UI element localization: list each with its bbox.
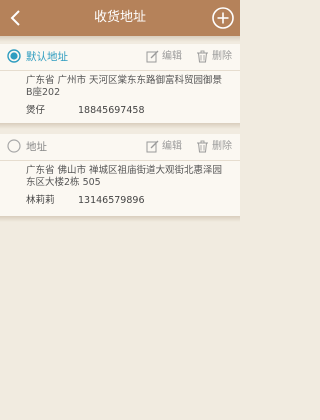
radio-selected-icon[interactable] [7, 49, 21, 63]
card-shadow [0, 216, 240, 222]
recipient-phone: 13146579896 [78, 195, 145, 206]
recipient-name: 煲仔 [26, 105, 46, 116]
radio-unselected-icon[interactable] [7, 139, 21, 153]
card-shadow [0, 123, 240, 129]
address-label: 地址 [26, 141, 47, 153]
delete-label: 删除 [212, 141, 232, 152]
delete-label: 删除 [212, 51, 232, 62]
delete-button[interactable]: 删除 [196, 44, 240, 70]
address-card[interactable]: 默认地址 编辑 删除 广东省 广州市 天河区棠东东路御富科贸园御景B座202 煲… [0, 44, 240, 123]
address-card-header: 地址 编辑 删除 [0, 134, 240, 161]
contact-info: 林莉莉 13146579896 [26, 194, 145, 208]
edit-label: 编辑 [162, 51, 182, 62]
recipient-phone: 18845697458 [78, 105, 145, 116]
trash-icon [197, 50, 208, 63]
edit-label: 编辑 [162, 141, 182, 152]
circle-plus-icon[interactable] [211, 6, 235, 30]
address-text: 广东省 佛山市 禅城区祖庙街道大观街北惠泽园东区大楼2栋 505 [26, 165, 223, 188]
contact-info: 煲仔 18845697458 [26, 104, 145, 118]
app-header: 收货地址 [0, 0, 240, 36]
address-card[interactable]: 地址 编辑 删除 广东省 佛山市 禅城区祖庙街道大观街北惠泽园东区大楼2栋 50… [0, 134, 240, 216]
header-shadow [0, 36, 240, 42]
edit-button[interactable]: 编辑 [146, 44, 190, 70]
default-address-label: 默认地址 [26, 51, 68, 63]
delete-button[interactable]: 删除 [196, 134, 240, 160]
edit-button[interactable]: 编辑 [146, 134, 190, 160]
page-title: 收货地址 [93, 10, 146, 25]
address-card-header: 默认地址 编辑 删除 [0, 44, 240, 71]
trash-icon [197, 140, 208, 153]
address-text: 广东省 广州市 天河区棠东东路御富科贸园御景B座202 [26, 75, 223, 98]
edit-icon [146, 50, 159, 63]
edit-icon [146, 140, 159, 153]
recipient-name: 林莉莉 [26, 195, 55, 206]
